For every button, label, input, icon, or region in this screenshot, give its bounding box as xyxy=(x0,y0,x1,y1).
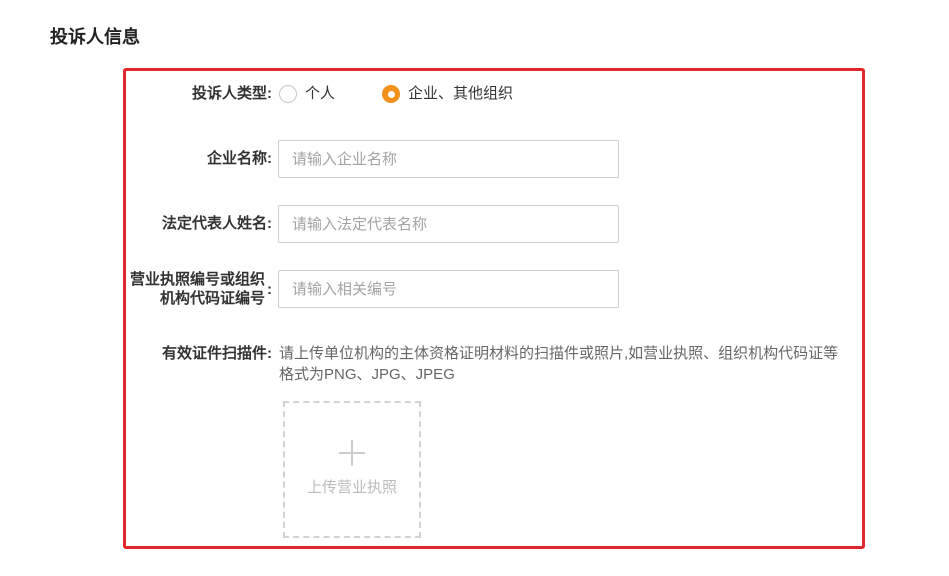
license-number-input[interactable] xyxy=(278,270,619,308)
company-name-label: 企业名称: xyxy=(207,149,272,169)
radio-label-individual[interactable]: 个人 xyxy=(305,84,335,104)
upload-hint-line-1: 请上传单位机构的主体资格证明材料的扫描件或照片,如营业执照、组织机构代码证等 xyxy=(279,345,839,362)
complainant-type-label: 投诉人类型: xyxy=(192,84,272,104)
label-text: 投诉人类型 xyxy=(191,85,267,102)
upload-license-button[interactable]: 上传营业执照 xyxy=(283,401,421,538)
label-line-2: 机构代码证编号 xyxy=(159,290,265,307)
radio-circle-icon[interactable] xyxy=(382,85,400,103)
certificate-scan-label: 有效证件扫描件: xyxy=(162,344,272,364)
label-suffix: : xyxy=(267,215,272,232)
label-text: 企业名称 xyxy=(206,150,267,167)
label-suffix: : xyxy=(267,150,272,167)
label-lines: 营业执照编号或组织 机构代码证编号 xyxy=(130,270,265,308)
section-title: 投诉人信息 xyxy=(50,27,140,47)
radio-circle-icon[interactable] xyxy=(279,85,297,103)
upload-license-label[interactable]: 上传营业执照 xyxy=(285,478,419,498)
label-suffix: : xyxy=(267,345,272,362)
label-text: 法定代表人姓名 xyxy=(161,215,267,232)
label-suffix: : xyxy=(267,280,272,298)
radio-organization[interactable]: 企业、其他组织 xyxy=(382,84,513,104)
radio-label-organization[interactable]: 企业、其他组织 xyxy=(408,84,513,104)
label-line-1: 营业执照编号或组织 xyxy=(129,271,265,288)
legal-representative-label: 法定代表人姓名: xyxy=(162,214,272,234)
upload-hint: 请上传单位机构的主体资格证明材料的扫描件或照片,如营业执照、组织机构代码证等 格… xyxy=(279,343,838,385)
plus-icon[interactable] xyxy=(339,440,365,466)
label-text: 有效证件扫描件 xyxy=(161,345,267,362)
company-name-input[interactable] xyxy=(278,140,619,178)
upload-hint-line-2: 格式为PNG、JPG、JPEG xyxy=(279,366,455,383)
legal-representative-input[interactable] xyxy=(278,205,619,243)
radio-individual[interactable]: 个人 xyxy=(279,84,335,104)
label-suffix: : xyxy=(267,85,272,102)
license-number-label: 营业执照编号或组织 机构代码证编号 : xyxy=(130,270,272,308)
